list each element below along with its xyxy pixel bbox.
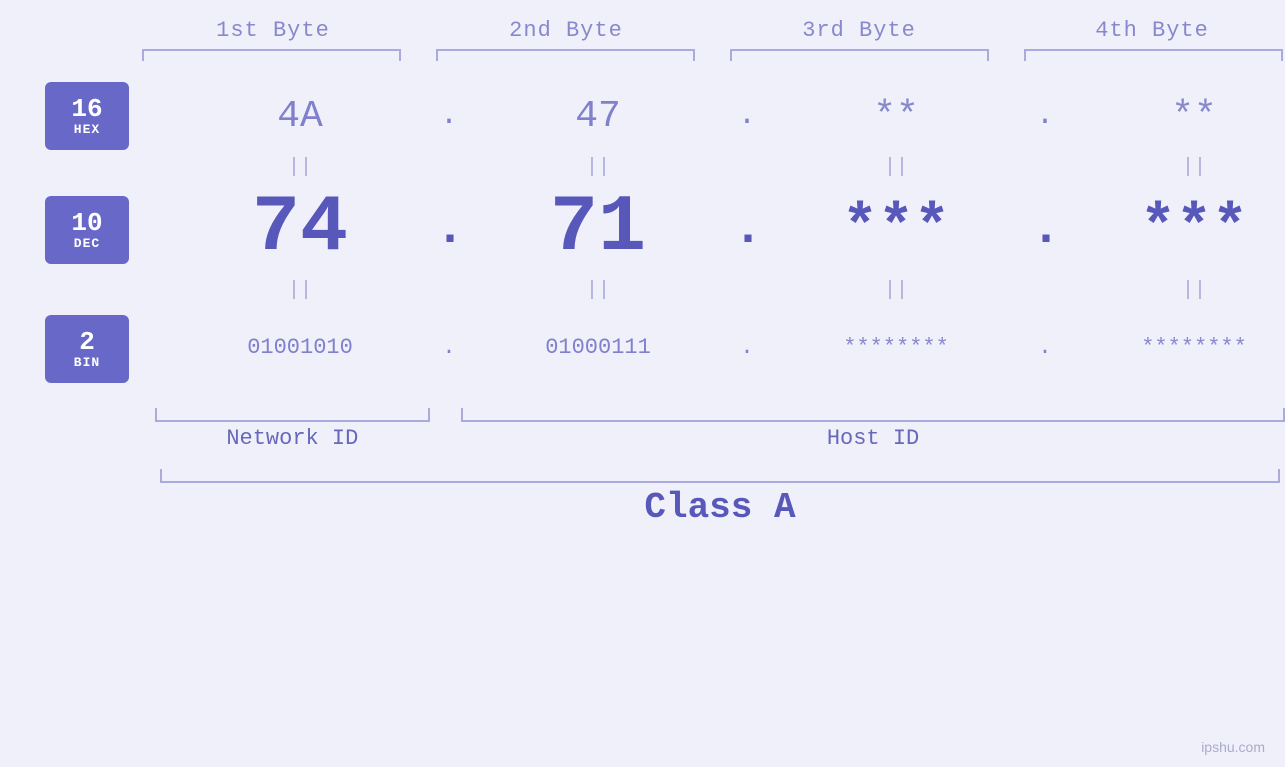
bin-dot2: . [733,335,761,360]
eq2-b3: || [761,279,1031,302]
bin-dot3: . [1031,335,1059,360]
watermark: ipshu.com [1201,739,1265,755]
dec-dot1: . [435,201,463,258]
class-label-row: Class A [0,487,1285,528]
eq2-b4: || [1059,279,1285,302]
class-bracket-wrapper [160,469,1280,483]
dec-dot2: . [733,201,761,258]
hex-b3-cell: ** [761,95,1031,138]
hex-dot2: . [733,99,761,133]
eq1-b4: || [1059,156,1285,179]
bin-b4-cell: ******** [1059,335,1285,360]
byte4-header: 4th Byte [1019,18,1285,43]
hex-dot1: . [435,99,463,133]
bin-b1-cell: 01001010 [165,335,435,360]
host-id-label: Host ID [461,426,1285,451]
bin-badge: 2 BIN [45,315,129,383]
hex-b4-cell: ** [1059,95,1285,138]
hex-badge: 16 HEX [45,82,129,150]
bracket-byte1 [142,49,401,61]
dec-badge: 10 DEC [45,196,129,264]
eq1-b1: || [165,156,435,179]
bin-row: 01001010 . 01000111 . ******** . [165,302,1285,392]
host-id-bracket [461,408,1285,422]
top-brackets [0,49,1285,61]
hex-b2-cell: 47 [463,95,733,138]
dec-b1-cell: 74 [165,189,435,269]
byte3-header: 3rd Byte [726,18,992,43]
eq1-b3: || [761,156,1031,179]
bin-b3-cell: ******** [761,335,1031,360]
dec-b3-cell: *** [761,199,1031,259]
eq1-b2: || [463,156,733,179]
main-container: 1st Byte 2nd Byte 3rd Byte 4th Byte 16 [0,0,1285,767]
bin-dot1: . [435,335,463,360]
dec-row: 74 . 71 . *** . *** [165,179,1285,279]
eq2-b1: || [165,279,435,302]
byte-headers: 1st Byte 2nd Byte 3rd Byte 4th Byte [0,18,1285,43]
id-label-row: Network ID Host ID [0,426,1285,451]
hex-dot3: . [1031,99,1059,133]
class-bracket [160,469,1280,483]
network-id-label: Network ID [155,426,430,451]
dec-b4-cell: *** [1059,199,1285,259]
base-labels: 16 HEX 10 DEC 2 BIN [45,71,165,394]
bottom-bracket-row [0,408,1285,422]
class-label: Class A [155,487,1285,528]
byte2-header: 2nd Byte [433,18,699,43]
data-rows: 4A . 47 . ** . ** [165,71,1285,394]
bin-b2-cell: 01000111 [463,335,733,360]
main-data-area: 16 HEX 10 DEC 2 BIN [0,71,1285,394]
bracket-byte3 [730,49,989,61]
hex-b1-cell: 4A [165,95,435,138]
hex-row: 4A . 47 . ** . ** [165,76,1285,156]
network-id-bracket [155,408,430,422]
dec-dot3: . [1031,201,1059,258]
bracket-byte2 [436,49,695,61]
eq2-b2: || [463,279,733,302]
bracket-byte4 [1024,49,1283,61]
equals-row-2: || || || || [165,279,1285,302]
dec-b2-cell: 71 [463,189,733,269]
equals-row-1: || || || || [165,156,1285,179]
byte1-header: 1st Byte [140,18,406,43]
